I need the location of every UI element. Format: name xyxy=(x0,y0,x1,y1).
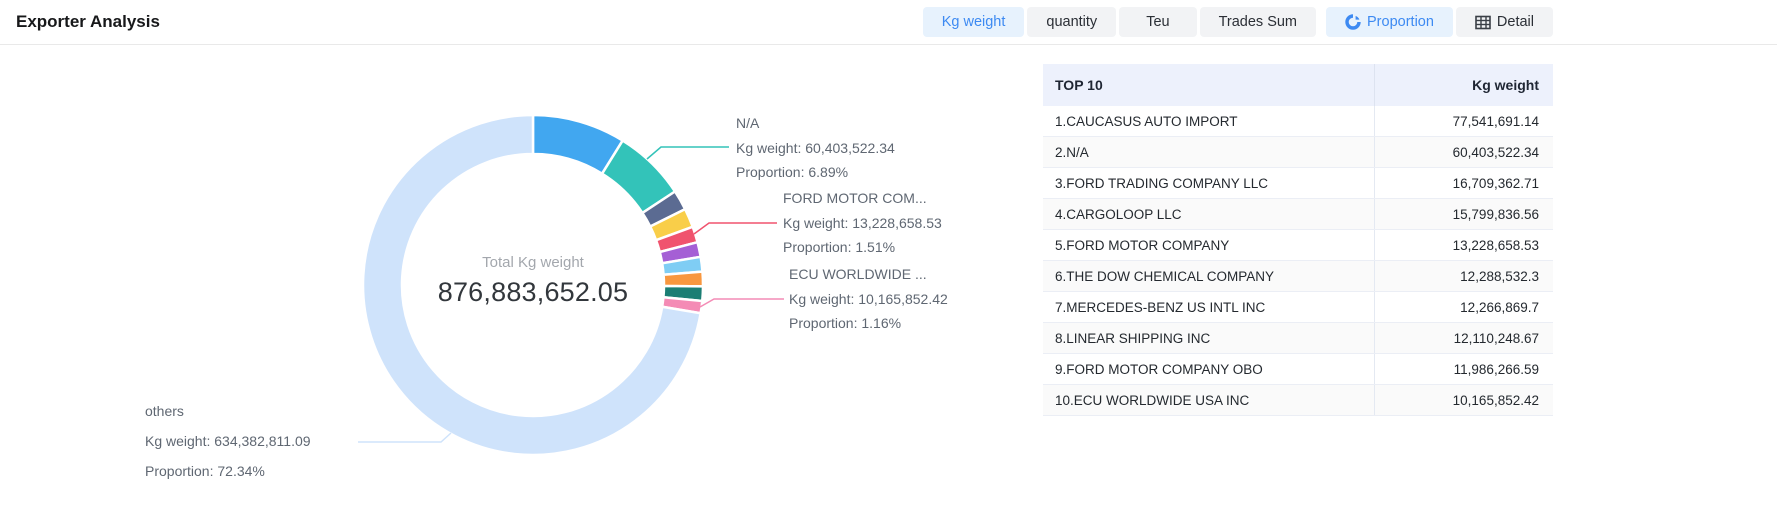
tab-detail[interactable]: Detail xyxy=(1456,7,1553,37)
table-header-kg-weight: Kg weight xyxy=(1375,64,1553,106)
table-row[interactable]: 4.CARGOLOOP LLC15,799,836.56 xyxy=(1043,199,1553,230)
view-tab-group: Proportion Detail xyxy=(1326,7,1553,37)
callout-proportion: Proportion: 72.34% xyxy=(145,456,311,486)
table-header-row: TOP 10 Kg weight xyxy=(1043,64,1553,106)
callout-proportion: Proportion: 1.16% xyxy=(789,311,948,336)
kg-weight-cell: 12,288,532.3 xyxy=(1375,261,1553,291)
exporter-name-cell: 5.FORD MOTOR COMPANY xyxy=(1043,230,1375,260)
callout-ecu-worldwide: ECU WORLDWIDE ... Kg weight: 10,165,852.… xyxy=(789,262,948,336)
table-row[interactable]: 3.FORD TRADING COMPANY LLC16,709,362.71 xyxy=(1043,168,1553,199)
callout-proportion: Proportion: 1.51% xyxy=(783,235,942,260)
callout-ford-motor: FORD MOTOR COM... Kg weight: 13,228,658.… xyxy=(783,186,942,260)
top10-table-body: 1.CAUCASUS AUTO IMPORT77,541,691.142.N/A… xyxy=(1043,106,1553,416)
exporter-name-cell: 4.CARGOLOOP LLC xyxy=(1043,199,1375,229)
exporter-name-cell: 7.MERCEDES-BENZ US INTL INC xyxy=(1043,292,1375,322)
callout-na: N/A Kg weight: 60,403,522.34 Proportion:… xyxy=(736,111,895,185)
pie-chart-icon xyxy=(1345,14,1361,30)
header-tabs: Kg weight quantity Teu Trades Sum Propor… xyxy=(923,7,1553,37)
kg-weight-cell: 15,799,836.56 xyxy=(1375,199,1553,229)
kg-weight-cell: 11,986,266.59 xyxy=(1375,354,1553,384)
kg-weight-cell: 10,165,852.42 xyxy=(1375,385,1553,415)
callout-kg: Kg weight: 634,382,811.09 xyxy=(145,426,311,456)
table-row[interactable]: 2.N/A60,403,522.34 xyxy=(1043,137,1553,168)
label-leader-line xyxy=(647,147,729,159)
table-row[interactable]: 9.FORD MOTOR COMPANY OBO11,986,266.59 xyxy=(1043,354,1553,385)
tab-proportion[interactable]: Proportion xyxy=(1326,7,1453,37)
kg-weight-cell: 77,541,691.14 xyxy=(1375,106,1553,136)
kg-weight-cell: 13,228,658.53 xyxy=(1375,230,1553,260)
exporter-name-cell: 2.N/A xyxy=(1043,137,1375,167)
callout-proportion: Proportion: 6.89% xyxy=(736,160,895,185)
pie-slice-linear-shipping-inc[interactable] xyxy=(664,272,703,287)
tab-trades-sum[interactable]: Trades Sum xyxy=(1200,7,1316,37)
kg-weight-cell: 12,266,869.7 xyxy=(1375,292,1553,322)
exporter-name-cell: 9.FORD MOTOR COMPANY OBO xyxy=(1043,354,1375,384)
callout-kg: Kg weight: 13,228,658.53 xyxy=(783,211,942,236)
exporter-name-cell: 10.ECU WORLDWIDE USA INC xyxy=(1043,385,1375,415)
table-row[interactable]: 5.FORD MOTOR COMPANY13,228,658.53 xyxy=(1043,230,1553,261)
table-row[interactable]: 6.THE DOW CHEMICAL COMPANY12,288,532.3 xyxy=(1043,261,1553,292)
exporter-name-cell: 8.LINEAR SHIPPING INC xyxy=(1043,323,1375,353)
kg-weight-cell: 12,110,248.67 xyxy=(1375,323,1553,353)
exporter-name-cell: 1.CAUCASUS AUTO IMPORT xyxy=(1043,106,1375,136)
table-row[interactable]: 8.LINEAR SHIPPING INC12,110,248.67 xyxy=(1043,323,1553,354)
table-grid-icon xyxy=(1475,15,1491,30)
callout-kg: Kg weight: 60,403,522.34 xyxy=(736,136,895,161)
callout-name: N/A xyxy=(736,111,895,136)
callout-name: FORD MOTOR COM... xyxy=(783,186,942,211)
exporter-name-cell: 3.FORD TRADING COMPANY LLC xyxy=(1043,168,1375,198)
table-header-top10: TOP 10 xyxy=(1043,64,1375,106)
callout-others: others Kg weight: 634,382,811.09 Proport… xyxy=(145,396,311,486)
kg-weight-cell: 60,403,522.34 xyxy=(1375,137,1553,167)
label-leader-line xyxy=(694,223,777,234)
table-row[interactable]: 1.CAUCASUS AUTO IMPORT77,541,691.14 xyxy=(1043,106,1553,137)
table-row[interactable]: 7.MERCEDES-BENZ US INTL INC12,266,869.7 xyxy=(1043,292,1553,323)
label-leader-line xyxy=(700,299,784,307)
table-row[interactable]: 10.ECU WORLDWIDE USA INC10,165,852.42 xyxy=(1043,385,1553,416)
callout-kg: Kg weight: 10,165,852.42 xyxy=(789,287,948,312)
top10-table: TOP 10 Kg weight 1.CAUCASUS AUTO IMPORT7… xyxy=(1043,64,1553,416)
tab-teu[interactable]: Teu xyxy=(1119,7,1196,37)
exporter-name-cell: 6.THE DOW CHEMICAL COMPANY xyxy=(1043,261,1375,291)
callout-name: others xyxy=(145,396,311,426)
callout-name: ECU WORLDWIDE ... xyxy=(789,262,948,287)
kg-weight-cell: 16,709,362.71 xyxy=(1375,168,1553,198)
tab-quantity[interactable]: quantity xyxy=(1027,7,1116,37)
label-leader-line xyxy=(358,433,451,442)
